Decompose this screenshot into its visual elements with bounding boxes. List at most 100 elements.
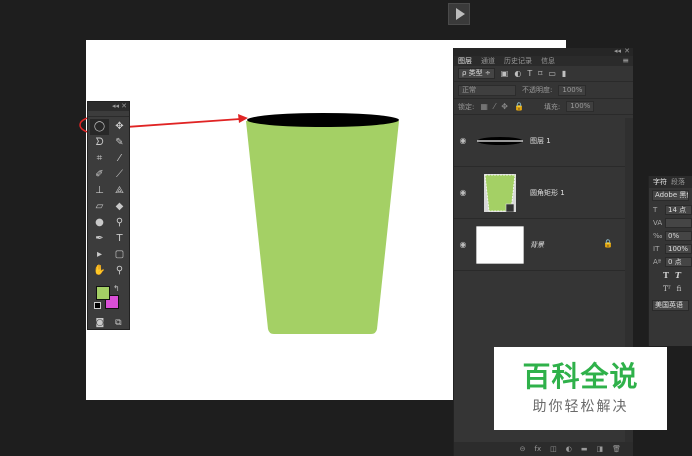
move-tool-icon[interactable]: ✥ — [110, 119, 129, 135]
layer-row-layer1[interactable]: ◉ 图层 1 — [454, 115, 633, 167]
zoom-tool-icon[interactable]: ⚲ — [110, 263, 129, 279]
watermark-logo: 百科全说 助你轻松解决 — [494, 347, 667, 430]
watermark-title: 百科全说 — [522, 360, 639, 393]
adjustment-layer-icon[interactable]: ◐ — [566, 445, 572, 453]
language-dropdown[interactable]: 美国英语 — [652, 300, 689, 311]
close-icon[interactable]: ✕ — [121, 102, 127, 111]
ligature-button[interactable]: fi — [677, 285, 682, 293]
new-group-icon[interactable]: ▬ — [581, 445, 588, 453]
filter-toggle-icon[interactable]: ▮ — [562, 69, 566, 78]
fill-field[interactable]: 100% — [566, 101, 595, 112]
link-layers-icon[interactable]: ⊝ — [520, 445, 526, 453]
tab-history[interactable]: 历史记录 — [504, 56, 532, 66]
healing-brush-tool-icon[interactable]: ✐ — [90, 167, 109, 183]
foreground-color-swatch[interactable] — [96, 286, 110, 300]
font-family-dropdown[interactable]: Adobe 黑体 — [652, 190, 689, 201]
superscript-button[interactable]: Tᵀ — [663, 285, 671, 293]
tracking-row: ‰ 0% — [649, 229, 692, 242]
hand-tool-icon[interactable]: ✋ — [90, 263, 109, 279]
kerning-row: VA — [649, 216, 692, 229]
play-icon — [455, 8, 465, 20]
layers-panel-topbar[interactable]: ◂◂ ✕ — [454, 47, 633, 56]
default-colors-icon[interactable] — [94, 302, 101, 309]
layer-row-background[interactable]: ◉ 背景 🔒 — [454, 219, 633, 271]
eraser-tool-icon[interactable]: ▱ — [90, 199, 109, 215]
lock-row: 锁定: ▦ ⁄ ✥ 🔒 填充: 100% — [454, 99, 633, 115]
layer-style-icon[interactable]: fx — [535, 445, 542, 453]
baseline-shift-icon: Aª — [653, 257, 662, 266]
baseline-row: Aª 0 点 — [649, 255, 692, 268]
font-size-field[interactable]: 14 点 — [665, 204, 692, 215]
faux-italic-button[interactable]: T — [675, 270, 681, 280]
kerning-icon: VA — [653, 218, 663, 227]
tab-layers[interactable]: 图层 — [458, 56, 472, 66]
delete-layer-icon[interactable]: 🗑 — [612, 445, 621, 453]
collapse-icon[interactable]: ◂◂ — [112, 102, 119, 111]
visibility-eye-icon[interactable]: ◉ — [454, 136, 472, 145]
quick-mask-icon[interactable]: ◙ — [95, 318, 104, 328]
shape-filter-icon[interactable]: ⌑ — [538, 69, 542, 78]
pixel-filter-icon[interactable]: ▣ — [501, 69, 509, 78]
layer-thumbnail — [477, 136, 523, 145]
swap-colors-icon[interactable]: ↰ — [113, 284, 120, 293]
quick-selection-tool-icon[interactable]: ✎ — [110, 135, 129, 151]
smart-object-filter-icon[interactable]: ▭ — [548, 69, 556, 78]
kerning-field[interactable] — [665, 217, 692, 228]
baseline-shift-field[interactable]: 0 点 — [665, 256, 692, 267]
blend-mode-dropdown[interactable]: 正常 — [458, 84, 516, 96]
blur-tool-icon[interactable]: ● — [90, 215, 109, 231]
visibility-eye-icon[interactable]: ◉ — [454, 188, 472, 197]
tool-grid: ◯ ✥ ᗤ ✎ ⌗ ⁄ ✐ ⟋ ⊥ ⟁ ▱ ◆ ● ⚲ ✒ T ▸ ▢ ✋ ⚲ — [88, 117, 129, 281]
visibility-eye-icon[interactable]: ◉ — [454, 240, 472, 249]
pen-tool-icon[interactable]: ✒ — [90, 231, 109, 247]
faux-bold-button[interactable]: T — [663, 270, 669, 280]
add-mask-icon[interactable]: ◫ — [550, 445, 557, 453]
lock-position-icon[interactable]: ✥ — [501, 102, 508, 111]
ellipse-marquee-tool-icon[interactable]: ◯ — [90, 119, 109, 135]
vertical-scale-icon: IT — [653, 244, 660, 253]
lasso-tool-icon[interactable]: ᗤ — [90, 135, 109, 151]
adjustment-filter-icon[interactable]: ◐ — [514, 69, 521, 78]
tab-info[interactable]: 信息 — [541, 56, 555, 66]
lock-all-icon[interactable]: 🔒 — [514, 102, 524, 111]
tools-panel-header[interactable]: ◂◂ ✕ — [88, 102, 129, 111]
layer-row-rounded-rect[interactable]: ◉ 圆角矩形 1 — [454, 167, 633, 219]
close-icon[interactable]: ✕ — [624, 47, 630, 55]
lock-transparent-icon[interactable]: ▦ — [480, 102, 488, 111]
path-selection-tool-icon[interactable]: ▸ — [90, 247, 109, 263]
clone-stamp-tool-icon[interactable]: ⊥ — [90, 183, 109, 199]
vertical-scale-field[interactable]: 100% — [665, 243, 692, 254]
layer-filter-row: ρ 类型 ÷ ▣ ◐ T ⌑ ▭ ▮ — [454, 66, 633, 82]
eyedropper-tool-icon[interactable]: ⁄ — [110, 151, 129, 167]
history-brush-tool-icon[interactable]: ⟁ — [110, 183, 129, 199]
new-layer-icon[interactable]: ◨ — [596, 445, 603, 453]
rounded-rectangle-tool-icon[interactable]: ▢ — [110, 247, 129, 263]
screen-mode-icon[interactable]: ⧉ — [115, 318, 121, 328]
brush-tool-icon[interactable]: ⟋ — [110, 167, 129, 183]
layer-lock-icon[interactable]: 🔒 — [603, 239, 613, 248]
layers-footer: ⊝ fx ◫ ◐ ▬ ◨ 🗑 — [454, 442, 633, 456]
play-button[interactable] — [448, 3, 470, 25]
vertical-scale-row: IT 100% — [649, 242, 692, 255]
character-panel-tabs: 字符 段落 — [649, 176, 692, 188]
character-panel: 字符 段落 Adobe 黑体 T 14 点 VA ‰ 0% IT 100% Aª… — [648, 176, 692, 346]
filter-kind-dropdown[interactable]: ρ 类型 ÷ — [458, 68, 495, 79]
type-filter-icon[interactable]: T — [527, 69, 532, 78]
tracking-field[interactable]: 0% — [665, 230, 692, 241]
tab-channels[interactable]: 通道 — [481, 56, 495, 66]
opentype-buttons: Tᵀ fi — [649, 282, 692, 296]
mode-tools: ◙ ⧉ — [88, 312, 129, 328]
crop-tool-icon[interactable]: ⌗ — [90, 151, 109, 167]
collapse-icon[interactable]: ◂◂ — [614, 47, 621, 55]
lock-image-icon[interactable]: ⁄ — [494, 102, 495, 111]
layer-name: 背景 — [530, 240, 544, 249]
tab-character[interactable]: 字符 — [653, 177, 667, 187]
opacity-field[interactable]: 100% — [558, 84, 587, 96]
paint-bucket-tool-icon[interactable]: ◆ — [110, 199, 129, 215]
type-tool-icon[interactable]: T — [110, 231, 129, 247]
layers-panel-tabs: 图层 通道 历史记录 信息 ≡ — [454, 56, 633, 66]
layer-name: 图层 1 — [530, 136, 551, 145]
dodge-tool-icon[interactable]: ⚲ — [110, 215, 129, 231]
tab-paragraph[interactable]: 段落 — [671, 177, 685, 187]
panel-menu-icon[interactable]: ≡ — [622, 56, 629, 66]
